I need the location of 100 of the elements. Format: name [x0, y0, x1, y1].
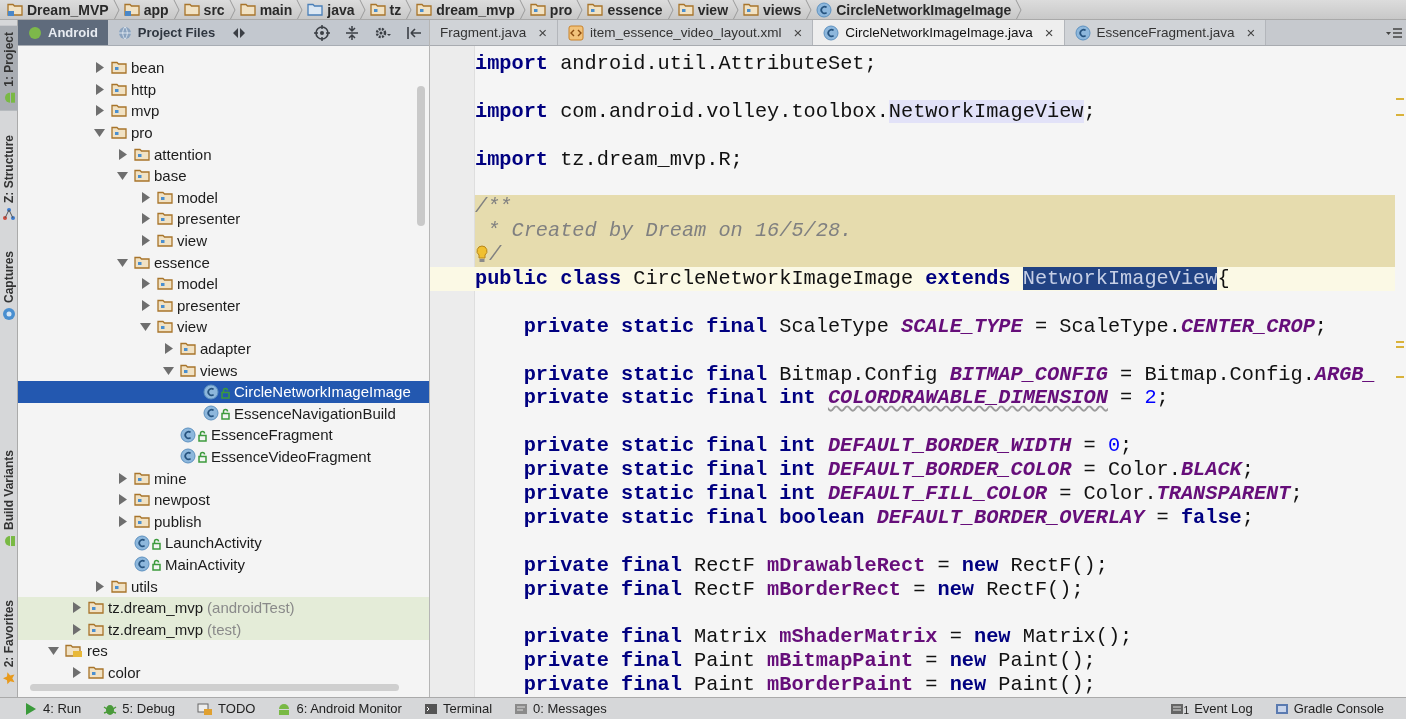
collapse-all-icon[interactable] [344, 24, 360, 41]
breadcrumb-item[interactable]: essence [583, 0, 667, 19]
tool-window-button[interactable]: 6: Android Monitor [277, 701, 402, 716]
tool-window-button[interactable]: Captures [0, 244, 18, 327]
tree-item[interactable]: attention [18, 143, 429, 165]
collapsed-arrow-icon[interactable] [140, 278, 151, 290]
breadcrumb-item[interactable]: views [739, 0, 806, 19]
tree-item[interactable]: bean [18, 57, 429, 79]
breadcrumb-item[interactable]: Dream_MVP [3, 0, 113, 19]
collapsed-arrow-icon[interactable] [140, 191, 151, 203]
horizontal-scrollbar[interactable] [30, 684, 399, 691]
expanded-arrow-icon[interactable] [117, 256, 128, 268]
vertical-scrollbar[interactable] [417, 86, 425, 226]
tree-item[interactable]: pro [18, 121, 429, 144]
collapsed-arrow-icon[interactable] [94, 105, 105, 117]
collapsed-arrow-icon[interactable] [94, 580, 105, 592]
tree-item[interactable]: EssenceFragment [18, 424, 429, 446]
tree-item[interactable]: adapter [18, 337, 429, 360]
collapsed-arrow-icon[interactable] [117, 494, 128, 506]
collapsed-arrow-icon[interactable] [71, 602, 82, 614]
tool-window-button[interactable]: 1 Event Log [1169, 701, 1253, 716]
tree-item[interactable]: MainActivity [18, 553, 429, 576]
tree-item[interactable]: EssenceNavigationBuild [18, 402, 429, 425]
event-log-icon [1169, 701, 1184, 716]
tool-window-button[interactable]: Terminal [423, 701, 493, 716]
tool-window-button[interactable]: Gradle Console [1274, 701, 1384, 716]
tool-window-button[interactable]: 2: Favorites [0, 593, 18, 691]
breadcrumb-item[interactable]: dream_mvp [412, 0, 519, 19]
expanded-arrow-icon[interactable] [163, 364, 174, 376]
tree-item[interactable]: http [18, 78, 429, 101]
collapsed-arrow-icon[interactable] [117, 148, 128, 160]
package-folder-icon [180, 362, 196, 378]
tree-item[interactable]: utils [18, 575, 429, 597]
collapsed-arrow-icon[interactable] [71, 623, 82, 635]
tree-item[interactable]: tz.dream_mvp (androidTest) [18, 596, 429, 619]
breadcrumb-item[interactable]: src [179, 0, 229, 19]
breadcrumb-item[interactable]: view [673, 0, 733, 19]
code-line: private static final ScaleType SCALE_TYPE = ScaleType.CENTER_CROP; [522, 314, 1328, 339]
tool-window-button[interactable]: Build Variants [0, 443, 18, 554]
locate-icon[interactable] [314, 24, 330, 41]
breadcrumb-item[interactable]: main [235, 0, 297, 19]
tree-item[interactable]: model [18, 186, 429, 209]
close-tab-button[interactable]: × [793, 24, 803, 41]
close-tab-button[interactable]: × [1246, 24, 1256, 41]
editor-tab[interactable]: Fragment.java × [430, 20, 559, 45]
tab-list-menu-icon[interactable] [1386, 26, 1402, 39]
collapsed-arrow-icon[interactable] [140, 299, 151, 311]
tree-item[interactable]: mine [18, 467, 429, 489]
collapsed-arrow-icon[interactable] [117, 472, 128, 484]
tree-item[interactable]: res [18, 640, 429, 662]
collapsed-arrow-icon[interactable] [94, 83, 105, 95]
tree-item[interactable]: LaunchActivity [18, 532, 429, 554]
lightbulb-icon [475, 245, 489, 264]
tree-item[interactable]: EssenceVideoFragment [18, 445, 429, 468]
expanded-arrow-icon[interactable] [48, 645, 59, 657]
tree-item[interactable]: model [18, 272, 429, 295]
tool-window-button[interactable]: Z: Structure [0, 128, 18, 227]
editor-tab[interactable]: CircleNetworkImageImage.java × [813, 20, 1065, 45]
breadcrumb-item[interactable]: java [303, 0, 359, 19]
close-tab-button[interactable]: × [1044, 24, 1054, 41]
tree-item[interactable]: base [18, 164, 429, 187]
tree-item[interactable]: newpost [18, 488, 429, 511]
collapsed-arrow-icon[interactable] [94, 62, 105, 74]
breadcrumb-item[interactable]: tz [365, 0, 406, 19]
editor-tab[interactable]: EssenceFragment.java × [1064, 20, 1267, 45]
tree-item[interactable]: publish [18, 510, 429, 533]
breadcrumb-item[interactable]: app [119, 0, 173, 19]
view-tab[interactable]: Project Files [107, 20, 226, 45]
tree-item[interactable]: view [18, 316, 429, 338]
tool-window-button[interactable]: TODO [197, 701, 256, 716]
tree-item[interactable]: view [18, 229, 429, 252]
tool-window-button[interactable]: 0: Messages [514, 701, 607, 716]
tool-window-button[interactable]: 1: Project [0, 26, 18, 111]
breadcrumb-item[interactable]: pro [525, 0, 577, 19]
tree-item[interactable]: mvp [18, 100, 429, 122]
close-tab-button[interactable]: × [538, 24, 548, 41]
collapsed-arrow-icon[interactable] [140, 213, 151, 225]
tool-window-button[interactable]: 5: Debug [103, 701, 176, 716]
expanded-arrow-icon[interactable] [117, 170, 128, 182]
globe-icon [117, 25, 132, 40]
tree-item[interactable]: tz.dream_mvp (test) [18, 618, 429, 641]
collapsed-arrow-icon[interactable] [163, 343, 174, 354]
tool-window-button[interactable]: 4: Run [24, 701, 82, 716]
tree-item[interactable]: CircleNetworkImageImage [18, 380, 429, 403]
view-tab[interactable]: Android [18, 20, 108, 45]
expanded-arrow-icon[interactable] [140, 321, 151, 333]
tree-item[interactable]: views [18, 359, 429, 381]
hide-panel-icon[interactable] [406, 24, 422, 41]
breadcrumb-item[interactable]: CircleNetworkImageImage [812, 0, 1016, 19]
tree-item[interactable]: essence [18, 251, 429, 273]
tree-item[interactable]: color [18, 661, 429, 684]
collapsed-arrow-icon[interactable] [117, 515, 128, 527]
collapsed-arrow-icon[interactable] [140, 235, 151, 247]
tree-item[interactable]: presenter [18, 294, 429, 317]
editor-tab[interactable]: item_essence_video_layout.xml × [558, 20, 814, 45]
collapsed-arrow-icon[interactable] [71, 666, 82, 678]
tree-item[interactable]: presenter [18, 208, 429, 230]
expanded-arrow-icon[interactable] [94, 127, 105, 139]
structure-icon [2, 206, 16, 221]
chevron-separator-icon [732, 0, 740, 19]
